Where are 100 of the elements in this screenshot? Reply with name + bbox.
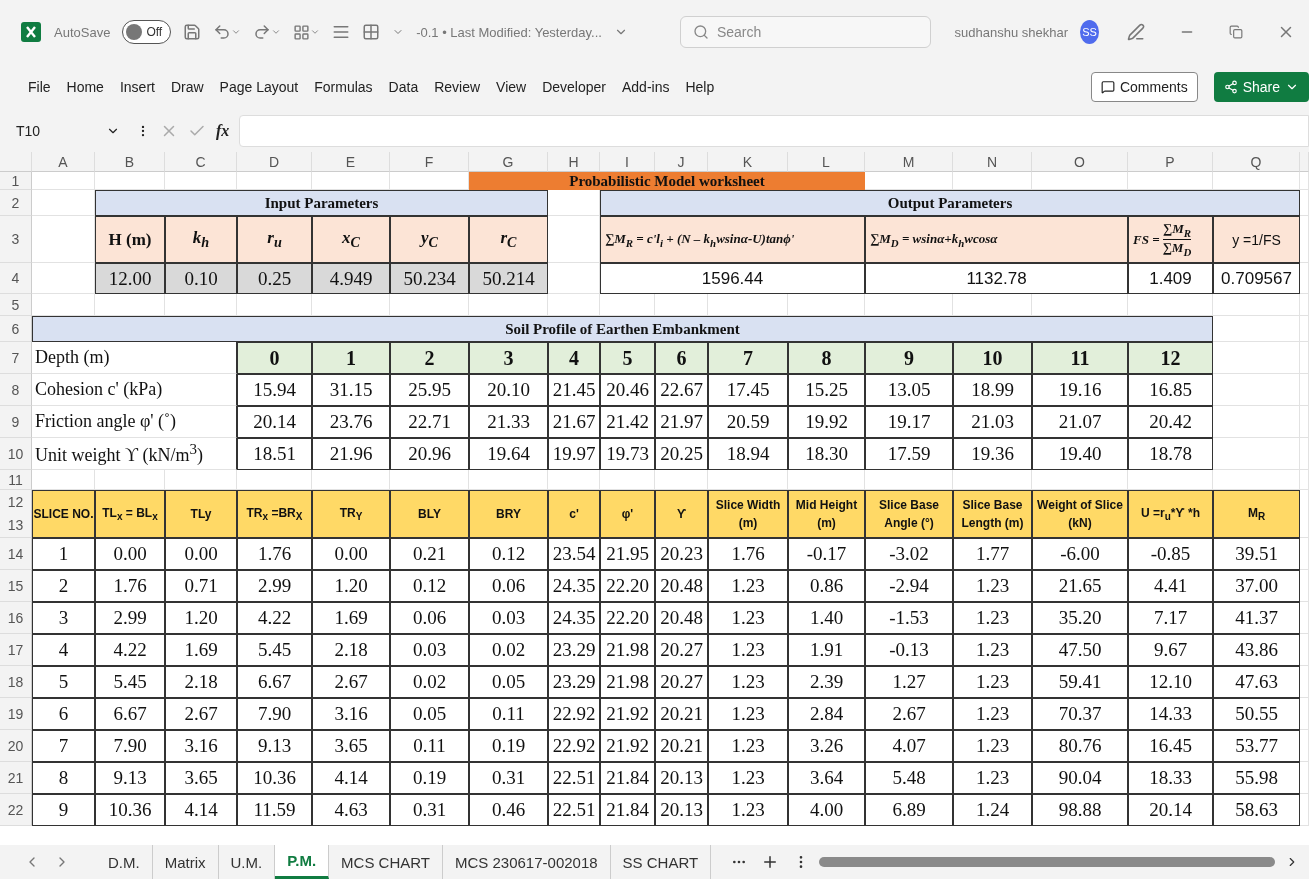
menu-item[interactable]: Draw: [170, 79, 204, 95]
column-letter[interactable]: I: [600, 152, 655, 172]
empty-cell[interactable]: [1300, 438, 1309, 470]
excel-logo-icon: [20, 21, 42, 43]
table-cell: 4.949: [312, 263, 390, 294]
column-letter[interactable]: D: [237, 152, 312, 172]
column-header-blank[interactable]: [1300, 152, 1309, 172]
table-cell: 1: [32, 538, 95, 570]
comments-button[interactable]: Comments: [1090, 72, 1198, 102]
table-cell: 0.31: [469, 762, 548, 794]
table-cell: 4.22: [95, 634, 165, 666]
sheet-tab[interactable]: P.M.: [275, 845, 330, 879]
column-header: ϒ: [655, 490, 708, 538]
file-title[interactable]: -0.1 • Last Modified: Yesterday...: [416, 24, 602, 40]
table-cell: 18.30: [788, 438, 865, 470]
table-cell: -2.94: [865, 570, 953, 602]
borders-icon[interactable]: [362, 23, 381, 41]
empty-cell[interactable]: [1300, 342, 1309, 374]
empty-cell[interactable]: [1300, 406, 1309, 438]
table-cell: 0.02: [469, 634, 548, 666]
sheet-tab[interactable]: MCS CHART: [329, 845, 443, 879]
column-letter[interactable]: Q: [1213, 152, 1300, 172]
menu-item[interactable]: Formulas: [314, 79, 373, 95]
undo-icon[interactable]: [213, 23, 242, 41]
align-icon[interactable]: [332, 23, 351, 41]
table-cell: 15.25: [788, 374, 865, 406]
sheet-tab[interactable]: SS CHART: [610, 845, 712, 879]
empty-cell[interactable]: [1300, 470, 1309, 490]
horizontal-scrollbar[interactable]: [819, 857, 1275, 867]
table-cell: 9.67: [1128, 634, 1213, 666]
empty-cell[interactable]: [1300, 374, 1309, 406]
column-header: 12: [1128, 342, 1213, 374]
pen-icon[interactable]: [1127, 23, 1145, 41]
table-cell: 2.39: [788, 666, 865, 698]
row-number[interactable]: 6: [11, 320, 20, 337]
table-cell: 23.29: [548, 666, 600, 698]
insert-function-button[interactable]: fx: [216, 122, 230, 140]
column-letter[interactable]: N: [953, 152, 1032, 172]
user-avatar[interactable]: SS: [1080, 20, 1099, 44]
column-letter[interactable]: J: [655, 152, 708, 172]
table-cell: 0.00: [312, 538, 390, 570]
menu-item[interactable]: File: [28, 79, 51, 95]
grid-icon[interactable]: [293, 23, 321, 41]
column-letter[interactable]: M: [865, 152, 953, 172]
column-letter[interactable]: O: [1032, 152, 1128, 172]
menu-item[interactable]: Page Layout: [219, 79, 299, 95]
table-cell: 17.59: [865, 438, 953, 470]
table-cell: 2.99: [237, 570, 312, 602]
table-cell: 1.23: [953, 762, 1032, 794]
column-letter[interactable]: G: [469, 152, 548, 172]
row-number[interactable]: 12: [7, 493, 24, 510]
column-letter[interactable]: E: [312, 152, 390, 172]
column-letter[interactable]: K: [708, 152, 788, 172]
empty-cell[interactable]: [1300, 294, 1309, 316]
table-cell: 12.10: [1128, 666, 1213, 698]
menu-item[interactable]: Data: [388, 79, 419, 95]
menu-item[interactable]: Review: [434, 79, 481, 95]
column-header: TLy: [165, 490, 237, 538]
sheet-tab[interactable]: MCS 230617-002018: [443, 845, 611, 879]
column-letter[interactable]: L: [788, 152, 865, 172]
menu-item[interactable]: Insert: [119, 79, 155, 95]
name-box[interactable]: T10: [16, 123, 126, 139]
sheet-tab[interactable]: D.M.: [96, 845, 153, 879]
row-number[interactable]: 7: [11, 349, 20, 366]
menu-item[interactable]: Help: [685, 79, 715, 95]
row-number[interactable]: 8: [11, 381, 20, 398]
table-cell: 1.23: [953, 730, 1032, 762]
redo-icon[interactable]: [253, 23, 282, 41]
column-letter[interactable]: C: [165, 152, 237, 172]
column-letter[interactable]: A: [32, 152, 95, 172]
table-cell: 1.23: [953, 602, 1032, 634]
select-all-corner[interactable]: [0, 152, 32, 172]
menu-item[interactable]: Developer: [542, 79, 606, 95]
menu-item[interactable]: View: [496, 79, 527, 95]
menu-item[interactable]: Add-ins: [622, 79, 670, 95]
row-number[interactable]: 4: [11, 270, 20, 286]
table-cell: 1.77: [953, 538, 1032, 570]
row-number[interactable]: 13: [7, 517, 24, 534]
formula-input[interactable]: [239, 115, 1309, 147]
column-header: TL$_{x}$ = BL$_{x}$: [95, 490, 165, 538]
column-letter[interactable]: P: [1128, 152, 1213, 172]
row-number[interactable]: 9: [11, 413, 20, 430]
table-cell: 1.40: [788, 602, 865, 634]
empty-cell[interactable]: [1213, 294, 1300, 316]
row-number[interactable]: 3: [11, 231, 20, 247]
row-number[interactable]: 2: [11, 194, 20, 211]
sheet-tab[interactable]: Matrix: [152, 845, 219, 879]
column-letter[interactable]: F: [390, 152, 469, 172]
table-cell: 41.37: [1213, 602, 1300, 634]
table-cell: 7.90: [95, 730, 165, 762]
column-letter[interactable]: B: [95, 152, 165, 172]
empty-cell[interactable]: [1300, 316, 1309, 342]
restore-icon[interactable]: [1229, 25, 1243, 39]
share-button[interactable]: Share: [1213, 72, 1309, 102]
menu-item[interactable]: Home: [66, 79, 104, 95]
autosave-toggle[interactable]: Off: [122, 20, 172, 44]
share-icon: [1223, 80, 1238, 94]
column-letter[interactable]: H: [548, 152, 600, 172]
save-icon[interactable]: [183, 23, 202, 41]
table-cell: 3.64: [788, 762, 865, 794]
